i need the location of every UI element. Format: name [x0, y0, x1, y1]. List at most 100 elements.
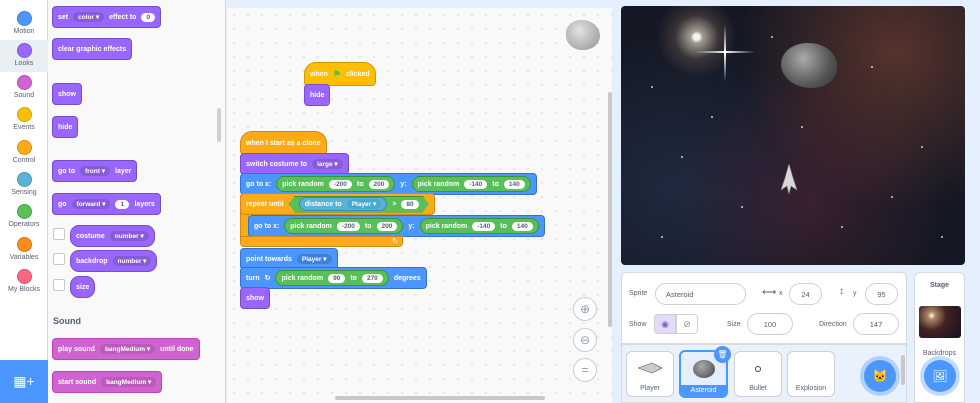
- category-variables[interactable]: Variables: [0, 234, 48, 266]
- eye-icon: ◉: [661, 318, 669, 329]
- distance-to-block[interactable]: distance to Player ▾: [299, 197, 388, 211]
- asteroid-thumbnail-icon: [692, 360, 715, 378]
- category-motion[interactable]: Motion: [0, 8, 48, 40]
- go-layers-block[interactable]: go forward ▾ 1 layers: [52, 193, 161, 215]
- sprite-list-scrollbar[interactable]: [901, 355, 905, 385]
- hide-block[interactable]: hide: [52, 116, 79, 138]
- category-looks[interactable]: Looks: [0, 40, 48, 72]
- pick-random-block[interactable]: pick random -200 to 200: [284, 218, 404, 234]
- backdrop-checkbox[interactable]: [53, 253, 65, 265]
- sound-category-icon: [16, 75, 32, 90]
- stage-panel-title: Stage: [929, 282, 950, 289]
- category-sensing[interactable]: Sensing: [0, 169, 48, 201]
- green-flag-icon: ⚑: [332, 68, 341, 79]
- zoom-reset-button[interactable]: =: [573, 358, 597, 382]
- turn-right-block[interactable]: turn ↻ pick random 90 to 270 degrees: [240, 267, 427, 289]
- add-backdrop-icon: 🖼: [932, 369, 948, 383]
- delete-sprite-button[interactable]: 🗑: [714, 346, 731, 363]
- pick-random-block[interactable]: pick random -140 to 140: [411, 176, 531, 192]
- random-to-input[interactable]: 140: [511, 221, 533, 231]
- stage-thumbnail[interactable]: [919, 306, 961, 338]
- random-from-input[interactable]: -200: [336, 221, 360, 231]
- set-effect-block[interactable]: set color ▾ effect to 0: [52, 6, 162, 28]
- zoom-in-button[interactable]: ⊕: [573, 297, 597, 321]
- play-sound-until-done-block[interactable]: play sound bangMedium ▾ until done: [52, 338, 200, 360]
- clear-effects-block[interactable]: clear graphic effects: [52, 38, 133, 60]
- go-to-layer-block[interactable]: go to front ▾ layer: [52, 160, 138, 182]
- point-target-dropdown[interactable]: Player ▾: [296, 254, 332, 264]
- random-from-input[interactable]: -140: [472, 221, 496, 231]
- size-reporter[interactable]: size: [70, 276, 96, 298]
- asteroid-sprite[interactable]: [781, 43, 837, 88]
- add-backdrop-button[interactable]: 🖼: [924, 360, 956, 392]
- show-block[interactable]: show: [52, 83, 82, 105]
- bullet-thumbnail-icon: [755, 366, 761, 372]
- backdrop-reporter[interactable]: backdrop number ▾: [70, 250, 158, 272]
- distance-target-dropdown[interactable]: Player ▾: [347, 199, 382, 209]
- random-to-input[interactable]: 200: [376, 221, 398, 231]
- add-extension-button[interactable]: ▦+: [0, 360, 48, 403]
- random-to-input[interactable]: 270: [361, 273, 383, 283]
- costume-checkbox[interactable]: [53, 228, 65, 240]
- layer-dropdown[interactable]: front ▾: [80, 166, 110, 176]
- pick-random-block[interactable]: pick random -200 to 200: [276, 176, 396, 192]
- go-to-xy-block[interactable]: go to x: pick random -200 to 200 y: pick…: [240, 173, 537, 195]
- sprite-name-input[interactable]: Asteroid: [655, 283, 746, 305]
- zoom-out-button[interactable]: ⊖: [573, 328, 597, 352]
- go-to-xy-block-inner[interactable]: go to x: pick random -200 to 200 y: pick…: [248, 215, 545, 237]
- random-to-input[interactable]: 140: [503, 179, 525, 189]
- backdrop-dropdown[interactable]: number ▾: [112, 256, 152, 266]
- category-my-blocks[interactable]: My Blocks: [0, 266, 48, 298]
- direction-label: Direction: [819, 321, 847, 328]
- stage-canvas[interactable]: [621, 6, 965, 265]
- script-vertical-scrollbar[interactable]: [608, 92, 612, 327]
- hide-sprite-toggle[interactable]: ⊘: [676, 314, 698, 334]
- compare-value-input[interactable]: 80: [401, 200, 418, 209]
- category-menu: Motion Looks Sound Events Control Sensin…: [0, 0, 48, 403]
- sprite-tile-player[interactable]: Player: [626, 351, 674, 397]
- greater-than-block[interactable]: distance to Player ▾ > 80: [289, 196, 429, 213]
- when-start-as-clone-block[interactable]: when I start as a clone: [240, 131, 327, 155]
- costume-dropdown[interactable]: number ▾: [109, 231, 149, 241]
- costume-reporter[interactable]: costume number ▾: [70, 225, 155, 247]
- palette-scrollbar[interactable]: [217, 108, 221, 142]
- sound-dropdown[interactable]: bangMedium ▾: [101, 377, 157, 387]
- x-position-input[interactable]: 24: [789, 283, 822, 305]
- sprite-tile-explosion[interactable]: Explosion: [787, 351, 835, 397]
- script-horizontal-scrollbar[interactable]: [335, 396, 545, 400]
- when-flag-clicked-block[interactable]: when ⚑ clicked: [304, 62, 376, 86]
- y-position-input[interactable]: 95: [865, 283, 898, 305]
- add-sprite-button[interactable]: 🐱: [864, 360, 896, 392]
- random-from-input[interactable]: -200: [328, 179, 352, 189]
- effect-value-input[interactable]: 0: [141, 12, 156, 22]
- zoom-in-icon: ⊕: [579, 302, 591, 316]
- hide-script-block[interactable]: hide: [304, 84, 331, 106]
- switch-costume-block[interactable]: switch costume to large ▾: [240, 153, 349, 175]
- extension-icon: ▦+: [13, 373, 35, 389]
- category-sound[interactable]: Sound: [0, 72, 48, 104]
- size-checkbox[interactable]: [53, 279, 65, 291]
- random-from-input[interactable]: -140: [464, 179, 488, 189]
- pick-random-block[interactable]: pick random -140 to 140: [419, 218, 539, 234]
- sound-dropdown[interactable]: bangMedium ▾: [99, 344, 156, 354]
- effect-dropdown[interactable]: color ▾: [73, 12, 105, 22]
- repeat-until-block[interactable]: repeat until distance to Player ▾ > 80: [240, 193, 435, 215]
- random-from-input[interactable]: 90: [328, 273, 346, 283]
- category-control[interactable]: Control: [0, 137, 48, 169]
- block-text: effect to: [109, 13, 137, 21]
- direction-dropdown[interactable]: forward ▾: [71, 199, 111, 209]
- category-operators[interactable]: Operators: [0, 201, 48, 233]
- player-ship-sprite[interactable]: [781, 164, 797, 194]
- show-sprite-toggle[interactable]: ◉: [654, 314, 676, 334]
- start-sound-block[interactable]: start sound bangMedium ▾: [52, 371, 163, 393]
- category-events[interactable]: Events: [0, 104, 48, 136]
- pick-random-block[interactable]: pick random 90 to 270: [275, 270, 389, 286]
- show-script-block[interactable]: show: [240, 287, 270, 309]
- random-to-input[interactable]: 200: [368, 179, 390, 189]
- sprite-tile-bullet[interactable]: Bullet: [734, 351, 782, 397]
- costume-dropdown[interactable]: large ▾: [312, 159, 343, 169]
- size-input[interactable]: 100: [747, 313, 793, 335]
- direction-input[interactable]: 147: [853, 313, 899, 335]
- layers-number-input[interactable]: 1: [115, 199, 130, 209]
- variables-category-icon: [16, 237, 32, 252]
